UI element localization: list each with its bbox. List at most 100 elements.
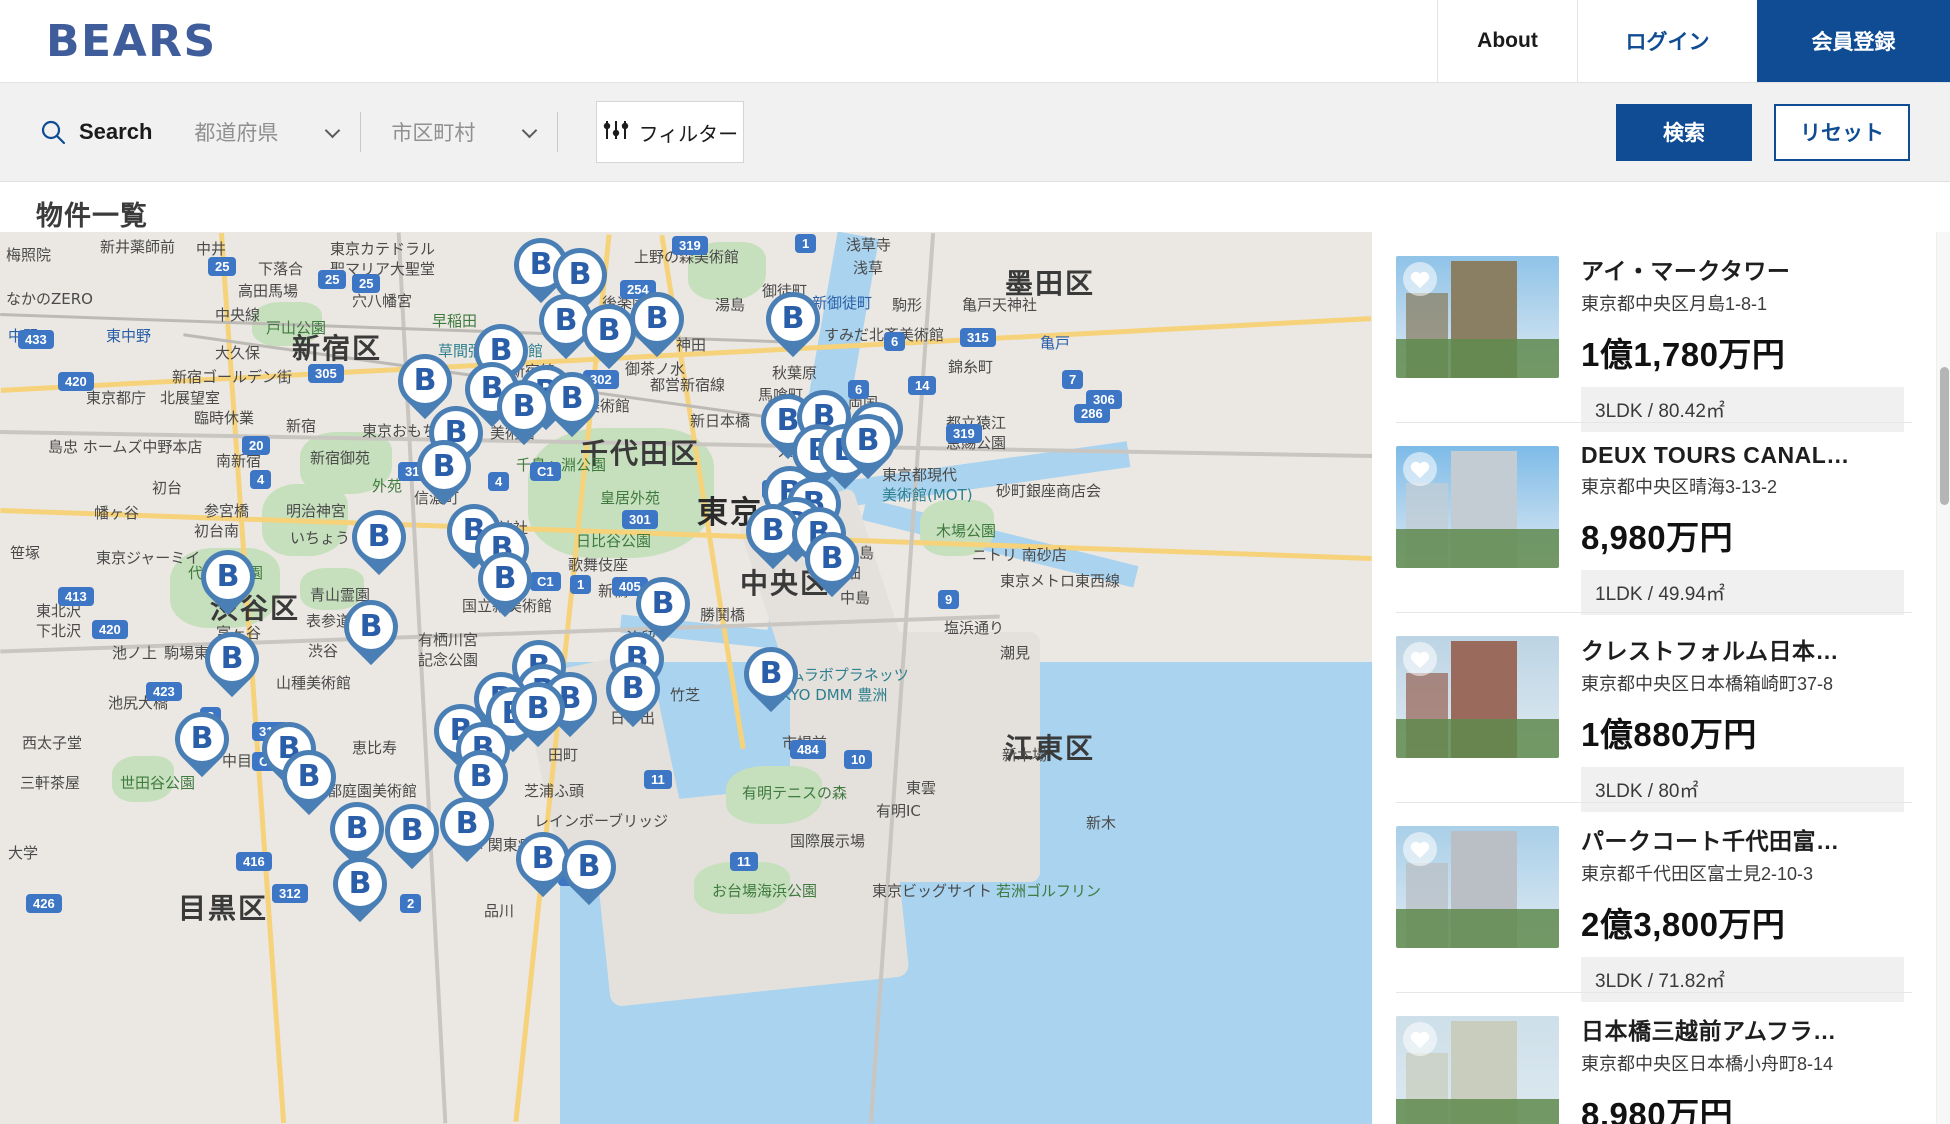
nav-login[interactable]: ログイン <box>1577 0 1757 82</box>
listing-card[interactable]: クレストフォルム日本…東京都中央区日本橋箱崎町37-81億880万円3LDK /… <box>1372 612 1950 802</box>
map-place-label: 渋谷 <box>308 640 338 661</box>
filter-button[interactable]: フィルター <box>596 101 744 163</box>
map-property-marker[interactable]: B <box>841 414 895 482</box>
map-property-marker[interactable]: B <box>282 750 336 818</box>
map-property-marker[interactable]: B <box>344 600 398 668</box>
map-property-marker[interactable]: B <box>630 292 684 360</box>
map-marker-letter: B <box>502 385 546 429</box>
map-ward-label: 目黒区 <box>178 887 268 927</box>
favorite-heart-icon[interactable] <box>1403 262 1437 296</box>
map-place-label: 秋葉原 <box>772 362 817 383</box>
map-place-label: いちょう <box>290 527 350 548</box>
map-marker-letter: B <box>390 809 434 853</box>
map-marker-letter: B <box>483 557 527 601</box>
map-property-marker[interactable]: B <box>606 662 660 730</box>
map-property-marker[interactable]: B <box>562 840 616 908</box>
listing-title[interactable]: 日本橋三越前アムフラ… <box>1581 1012 1904 1046</box>
listing-card[interactable]: DEUX TOURS CANAL…東京都中央区晴海3-13-28,980万円1L… <box>1372 422 1950 612</box>
listing-card[interactable]: アイ・マークタワー東京都中央区月島1-8-11億1,780万円3LDK / 80… <box>1372 232 1950 422</box>
map-marker-letter: B <box>587 309 631 353</box>
map-place-label: 有明IC <box>876 800 921 821</box>
map-property-marker[interactable]: B <box>545 372 599 440</box>
map-place-label: 東京メトロ東西線 <box>1000 570 1120 591</box>
map-place-label: 北展望室 <box>160 387 220 408</box>
favorite-heart-icon[interactable] <box>1403 832 1437 866</box>
map-property-marker[interactable]: B <box>333 857 387 925</box>
map-property-marker[interactable]: B <box>582 304 636 372</box>
map-route-shield: 25 <box>352 274 380 293</box>
favorite-heart-icon[interactable] <box>1403 1022 1437 1056</box>
site-logo[interactable]: BEARS <box>0 0 217 82</box>
favorite-heart-icon[interactable] <box>1403 452 1437 486</box>
nav-signup[interactable]: 会員登録 <box>1757 0 1950 82</box>
listing-thumbnail[interactable] <box>1396 1016 1559 1124</box>
listing-title[interactable]: パークコート千代田富… <box>1581 822 1904 856</box>
map-property-marker[interactable]: B <box>744 647 798 715</box>
city-select[interactable]: 市区町村 <box>383 112 558 152</box>
map-place-label: 明治神宮 <box>286 500 346 521</box>
map-route-shield: 1 <box>795 234 816 253</box>
chevron-down-icon <box>325 123 341 139</box>
listing-thumbnail[interactable] <box>1396 826 1559 948</box>
map-marker-letter: B <box>635 297 679 341</box>
map-place-label: 新宿御苑 <box>310 447 370 468</box>
listing-title[interactable]: クレストフォルム日本… <box>1581 632 1904 666</box>
listing-thumbnail[interactable] <box>1396 256 1559 378</box>
map-marker-letter: B <box>751 509 795 553</box>
map-route-shield: 420 <box>92 620 128 639</box>
map-canvas[interactable]: 墨田区新宿区千代田区中央区渋谷区江東区目黒区東京梅照院新井薬師前中井下落合東京カ… <box>0 232 1372 1124</box>
map-place-label: 臨時休業 <box>194 407 254 428</box>
map-place-label: 新井薬師前 <box>100 236 175 257</box>
map-route-shield: 14 <box>908 376 936 395</box>
map-place-label: 浅草 <box>853 257 883 278</box>
map-place-label: 記念公園 <box>418 649 478 670</box>
map-property-marker[interactable]: B <box>511 682 565 750</box>
listing-details: パークコート千代田富…東京都千代田区富士見2-10-32億3,800万円3LDK… <box>1581 820 1904 1002</box>
map-place-label: 勝鬨橋 <box>700 604 745 625</box>
listing-card[interactable]: パークコート千代田富…東京都千代田区富士見2-10-32億3,800万円3LDK… <box>1372 802 1950 992</box>
map-route-shield: 1 <box>570 575 591 594</box>
map-property-marker[interactable]: B <box>201 550 255 618</box>
map-marker-letter: B <box>357 515 401 559</box>
listing-title[interactable]: DEUX TOURS CANAL… <box>1581 442 1904 469</box>
map-route-shield: 305 <box>308 364 344 383</box>
listing-thumbnail[interactable] <box>1396 636 1559 758</box>
map-property-marker[interactable]: B <box>417 440 471 508</box>
map-marker-letter: B <box>611 667 655 711</box>
map-place-label: お台場海浜公園 <box>712 880 817 901</box>
map-route-shield: 413 <box>58 587 94 606</box>
search-reset-button[interactable]: リセット <box>1774 104 1910 161</box>
listing-title[interactable]: アイ・マークタワー <box>1581 252 1904 286</box>
map-marker-letter: B <box>558 253 602 297</box>
map-property-marker[interactable]: B <box>440 797 494 865</box>
listing-scrollbar-thumb[interactable] <box>1940 367 1949 505</box>
map-route-shield: 301 <box>622 510 658 529</box>
map-property-marker[interactable]: B <box>497 380 551 448</box>
map-marker-letter: B <box>771 297 815 341</box>
listing-address: 東京都中央区月島1-8-1 <box>1581 290 1904 316</box>
listing-price: 1億1,780万円 <box>1581 328 1904 376</box>
search-submit-button[interactable]: 検索 <box>1616 104 1752 161</box>
nav-about[interactable]: About <box>1437 0 1577 82</box>
favorite-heart-icon[interactable] <box>1403 642 1437 676</box>
thumbnail-foliage <box>1396 719 1559 758</box>
map-property-marker[interactable]: B <box>766 292 820 360</box>
listing-price: 8,980万円 <box>1581 511 1904 559</box>
map-property-marker[interactable]: B <box>478 552 532 620</box>
map-marker-letter: B <box>846 419 890 463</box>
map-property-marker[interactable]: B <box>805 532 859 600</box>
listing-panel[interactable]: アイ・マークタワー東京都中央区月島1-8-11億1,780万円3LDK / 80… <box>1372 232 1950 1124</box>
map-property-marker[interactable]: B <box>352 510 406 578</box>
listing-thumbnail[interactable] <box>1396 446 1559 568</box>
map-property-marker[interactable]: B <box>385 804 439 872</box>
listing-card[interactable]: 日本橋三越前アムフラ…東京都中央区日本橋小舟町8-148,980万円 <box>1372 992 1950 1124</box>
map-place-label: 潮見 <box>1000 642 1030 663</box>
map-property-marker[interactable]: B <box>205 632 259 700</box>
listing-scrollbar[interactable] <box>1936 232 1950 1124</box>
thumbnail-foliage <box>1396 339 1559 378</box>
map-marker-letter: B <box>641 582 685 626</box>
map-place-label: 錦糸町 <box>948 356 993 377</box>
prefecture-select[interactable]: 都道府県 <box>186 112 361 152</box>
map-place-label: 日比谷公園 <box>576 530 651 551</box>
map-property-marker[interactable]: B <box>175 712 229 780</box>
